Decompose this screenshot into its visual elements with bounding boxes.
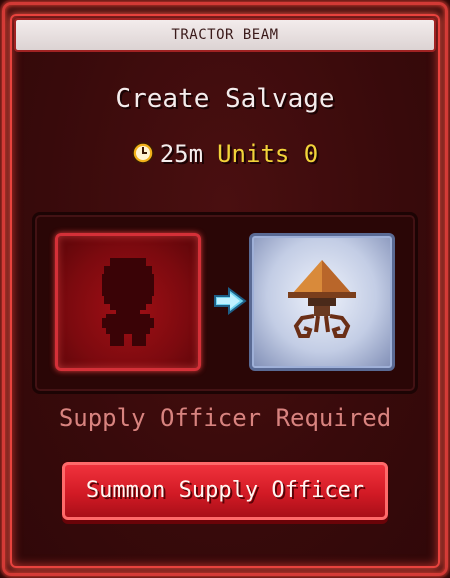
units-count: Units 0	[217, 140, 319, 168]
dialog-title: TRACTOR BEAM	[14, 18, 436, 52]
tractor-beam-dialog: TRACTOR BEAM Create Salvage 25m Units 0	[0, 0, 450, 578]
summon-supply-officer-button[interactable]: Summon Supply Officer	[62, 462, 388, 520]
timer-row: 25m Units 0	[0, 140, 450, 168]
recipe-slots-panel	[32, 212, 418, 394]
input-slot[interactable]	[55, 233, 201, 371]
clock-icon	[131, 142, 154, 164]
crew-silhouette-icon	[102, 258, 154, 346]
timer-value: 25m	[159, 140, 204, 168]
requirement-text: Supply Officer Required	[58, 404, 392, 432]
arrow-right-icon	[214, 287, 247, 315]
salvage-drone-icon	[288, 260, 356, 338]
recipe-heading: Create Salvage	[115, 84, 335, 114]
output-slot[interactable]	[249, 233, 395, 371]
